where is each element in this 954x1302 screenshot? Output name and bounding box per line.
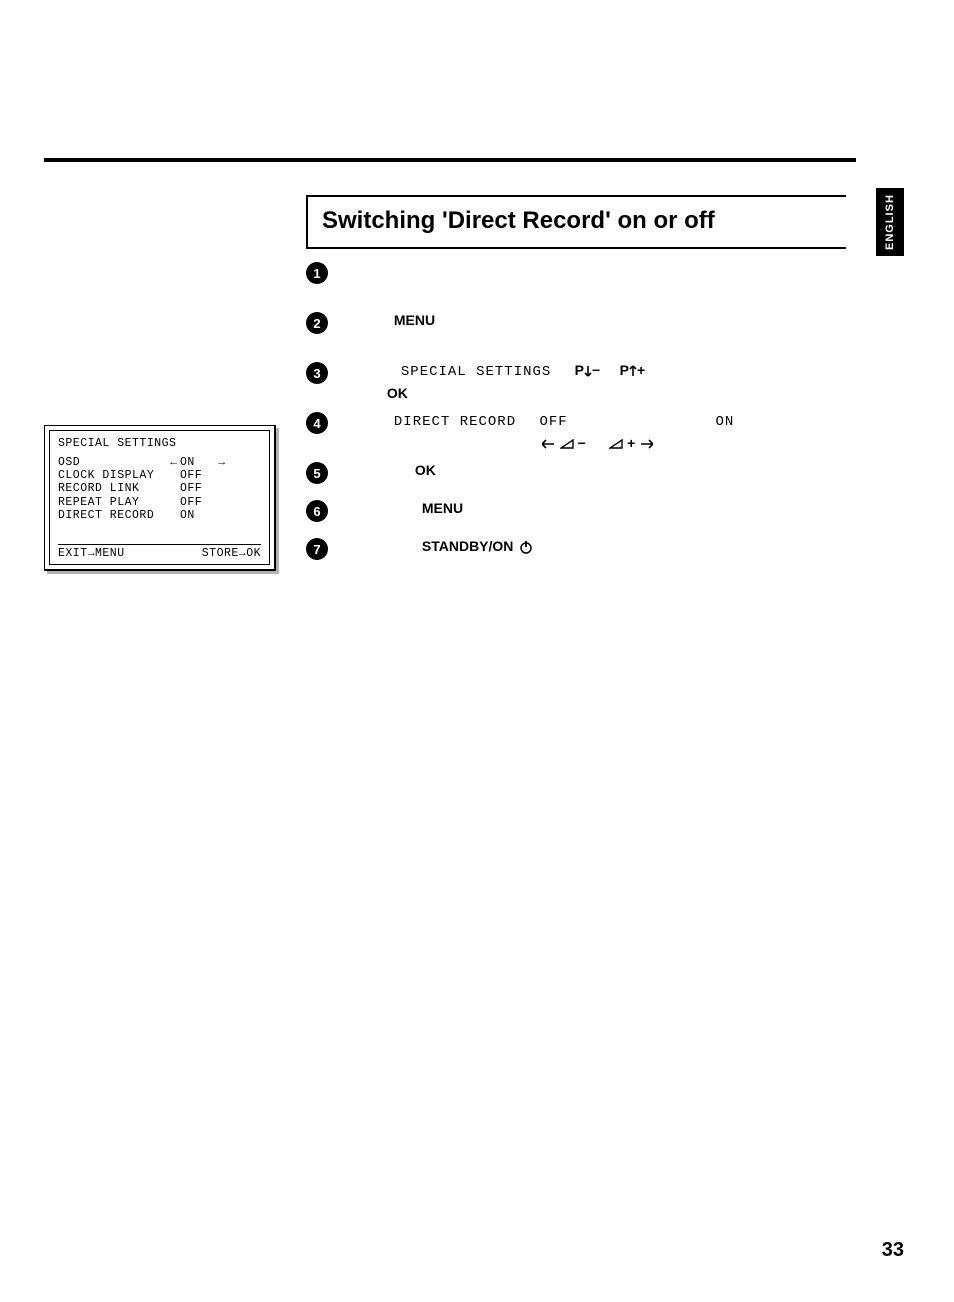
osd-row: REPEAT PLAY OFF (58, 496, 261, 509)
language-tab: ENGLISH (876, 188, 904, 256)
osd-footer-left: EXIT→MENU (58, 547, 125, 560)
standby-on-button-label: STANDBY/ON (422, 538, 514, 554)
ok-button-label: OK (387, 385, 408, 401)
triangle-right-icon (560, 439, 574, 449)
special-settings-label: SPECIAL SETTINGS (401, 364, 551, 380)
osd-row-value: ON (180, 509, 216, 522)
osd-row-label: RECORD LINK (58, 482, 168, 495)
section-title: Switching 'Direct Record' on or off (322, 207, 832, 235)
step-6: 6 xxxxxxxxxx MENU (306, 498, 846, 530)
osd-rows: OSD ← ON → CLOCK DISPLAY OFF RECORD LINK… (58, 456, 261, 522)
osd-row: RECORD LINK OFF (58, 482, 261, 495)
osd-row-label: DIRECT RECORD (58, 509, 168, 522)
p-down-button: P− (575, 362, 604, 378)
osd-row-label: CLOCK DISPLAY (58, 469, 168, 482)
step-1: 1 (306, 260, 846, 304)
down-arrow-icon (584, 365, 592, 377)
step-number-3: 3 (306, 362, 328, 384)
osd-row-value: ON (180, 456, 216, 469)
p-up-button: P+ (620, 362, 646, 378)
vol-down-button: − (542, 435, 590, 451)
step-number-2: 2 (306, 312, 328, 334)
osd-row-value: OFF (180, 469, 216, 482)
step-5: 5 xxxxxxxxx OK (306, 460, 846, 492)
osd-screen: SPECIAL SETTINGS OSD ← ON → CLOCK DISPLA… (44, 425, 276, 571)
menu-button-label-2: MENU (422, 500, 463, 516)
steps-list: 1 2 xxxxxx MENU 3 xxxxxxx SPECIAL SETTIN… (306, 260, 846, 574)
power-icon (519, 540, 533, 554)
divider (58, 544, 261, 545)
osd-row: OSD ← ON → (58, 456, 261, 469)
off-label: OFF (539, 414, 567, 430)
osd-row-label: OSD (58, 456, 168, 469)
osd-row-value: OFF (180, 496, 216, 509)
menu-button-label: MENU (394, 312, 435, 328)
left-arrow-icon (542, 439, 556, 449)
step-number-5: 5 (306, 462, 328, 484)
right-arrow-icon: → (216, 456, 228, 469)
right-arrow-icon (639, 439, 653, 449)
step-2: 2 xxxxxx MENU (306, 310, 846, 354)
page-number: 33 (882, 1239, 904, 1262)
osd-row: CLOCK DISPLAY OFF (58, 469, 261, 482)
step-number-4: 4 (306, 412, 328, 434)
step-number-1: 1 (306, 262, 328, 284)
osd-footer-right: STORE→OK (202, 547, 261, 560)
osd-row-label: REPEAT PLAY (58, 496, 168, 509)
left-arrow-icon: ← (168, 456, 180, 469)
up-arrow-icon (629, 365, 637, 377)
section-title-box: Switching 'Direct Record' on or off (306, 195, 846, 249)
ok-button-label-2: OK (415, 462, 436, 478)
on-label: ON (715, 414, 734, 430)
step-7: 7 xxxxxxxxxx STANDBY/ON (306, 536, 846, 568)
step-number-7: 7 (306, 538, 328, 560)
horizontal-rule (44, 158, 856, 162)
direct-record-label: DIRECT RECORD (394, 414, 516, 430)
osd-row-value: OFF (180, 482, 216, 495)
step-3: 3 xxxxxxx SPECIAL SETTINGS P− P+ xxxxx O… (306, 360, 846, 404)
vol-up-button: + (609, 435, 653, 451)
osd-title: SPECIAL SETTINGS (58, 437, 261, 450)
step-4: 4 xxxxxx DIRECT RECORD OFF ON − + (306, 410, 846, 454)
osd-footer: EXIT→MENU STORE→OK (58, 547, 261, 560)
step-number-6: 6 (306, 500, 328, 522)
osd-row: DIRECT RECORD ON (58, 509, 261, 522)
triangle-right-icon (609, 439, 623, 449)
